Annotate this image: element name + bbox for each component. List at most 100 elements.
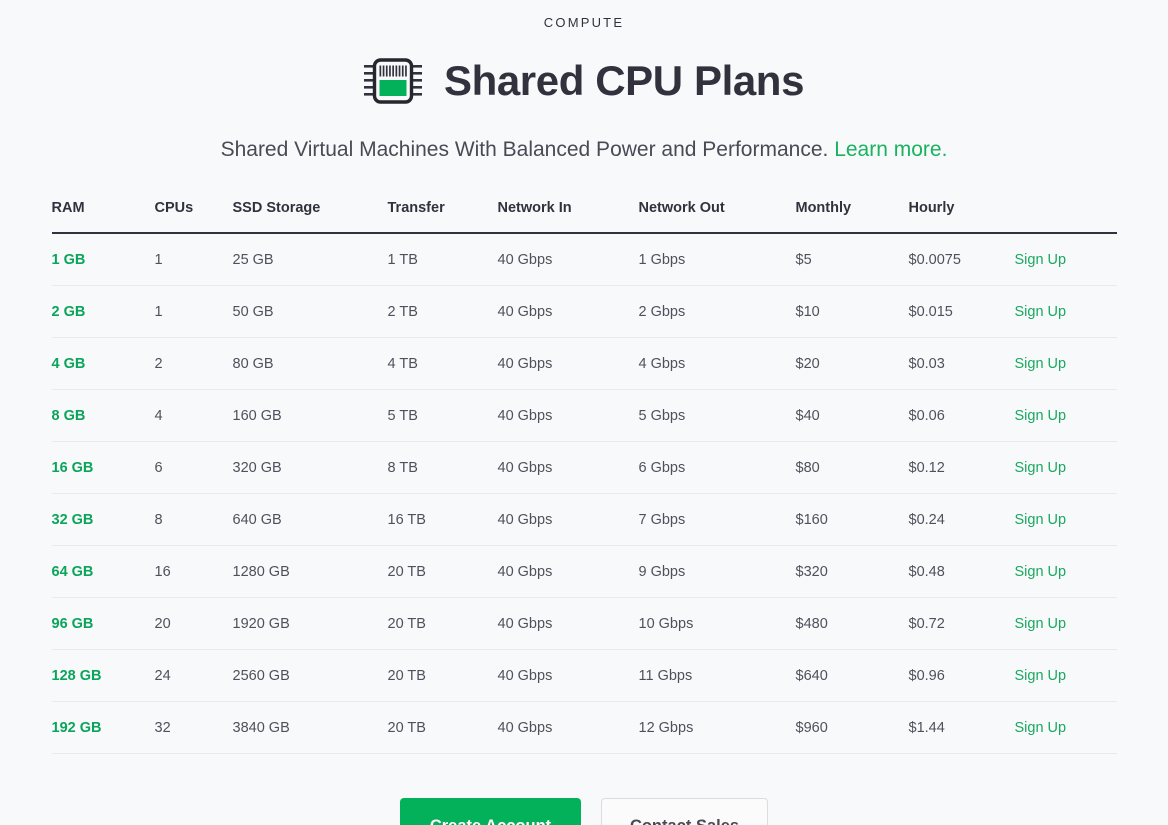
cpu-chip-icon	[363, 55, 422, 107]
cell-network-in: 40 Gbps	[497, 649, 639, 702]
cell-ssd-storage: 25 GB	[232, 233, 388, 286]
column-header-transfer: Transfer	[387, 200, 445, 216]
cell-signup: Sign Up	[1014, 285, 1117, 338]
subtitle-text: Shared Virtual Machines With Balanced Po…	[220, 138, 829, 161]
sign-up-link[interactable]: Sign Up	[1015, 616, 1067, 632]
cell-network-out: 7 Gbps	[638, 493, 796, 546]
cell-ssd-storage: 1920 GB	[232, 597, 388, 650]
cell-transfer: 20 TB	[387, 649, 498, 702]
cell-signup: Sign Up	[1014, 545, 1117, 598]
sign-up-link[interactable]: Sign Up	[1015, 720, 1067, 736]
page-title-row: Shared CPU Plans	[0, 52, 1168, 110]
cell-network-out: 1 Gbps	[638, 233, 796, 286]
cell-ram: 192 GB	[51, 701, 155, 754]
cell-ssd-storage: 2560 GB	[232, 649, 388, 702]
table-header-row: RAM CPUs SSD Storage Transfer Network In…	[51, 200, 1117, 233]
cell-ram: 1 GB	[51, 233, 155, 286]
learn-more-link[interactable]: Learn more.	[834, 138, 947, 161]
table-row: 2 GB 1 50 GB 2 TB 40 Gbps 2 Gbps $10 $0.015 Sign…	[51, 285, 1117, 338]
cell-signup: Sign Up	[1014, 597, 1117, 650]
sign-up-link[interactable]: Sign Up	[1015, 304, 1067, 320]
cell-ram: 16 GB	[51, 441, 155, 494]
column-header-network-in: Network In	[497, 200, 572, 216]
cell-transfer: 4 TB	[387, 337, 498, 390]
cell-ram: 128 GB	[51, 649, 155, 702]
contact-sales-button[interactable]: Contact Sales	[601, 798, 768, 825]
table-row: 128 GB 24 2560 GB 20 TB 40 Gbps 11 Gbps $640 $0…	[51, 649, 1117, 702]
cell-monthly: $960	[795, 701, 909, 754]
table-row: 32 GB 8 640 GB 16 TB 40 Gbps 7 Gbps $160 $0.24 S…	[51, 493, 1117, 546]
create-account-button[interactable]: Create Account	[400, 798, 581, 825]
table-row: 4 GB 2 80 GB 4 TB 40 Gbps 4 Gbps $20 $0.03 Sign …	[51, 337, 1117, 390]
cell-network-out: 11 Gbps	[638, 649, 796, 702]
sign-up-link[interactable]: Sign Up	[1015, 408, 1067, 424]
cell-ssd-storage: 80 GB	[232, 337, 388, 390]
cell-hourly: $0.0075	[908, 233, 1015, 286]
cell-network-out: 9 Gbps	[638, 545, 796, 598]
cell-hourly: $0.015	[908, 285, 1015, 338]
table-row: 1 GB 1 25 GB 1 TB 40 Gbps 1 Gbps $5 $0.0075 Sign…	[51, 233, 1117, 286]
cell-hourly: $0.72	[908, 597, 1015, 650]
page-subtitle: Shared Virtual Machines With Balanced Po…	[0, 136, 1168, 164]
cell-transfer: 20 TB	[387, 701, 498, 754]
cell-ram: 4 GB	[51, 337, 155, 390]
cta-button-row: Create Account Contact Sales	[0, 798, 1168, 825]
cell-ram: 8 GB	[51, 389, 155, 442]
sign-up-link[interactable]: Sign Up	[1015, 564, 1067, 580]
cell-ssd-storage: 320 GB	[232, 441, 388, 494]
cell-ram: 32 GB	[51, 493, 155, 546]
cell-network-in: 40 Gbps	[497, 337, 639, 390]
table-row: 192 GB 32 3840 GB 20 TB 40 Gbps 12 Gbps $960 $1…	[51, 701, 1117, 754]
plans-table-body: 1 GB 1 25 GB 1 TB 40 Gbps 1 Gbps $5 $0.0075 Sign…	[51, 233, 1117, 754]
column-header-action	[1015, 200, 1117, 233]
cell-network-out: 10 Gbps	[638, 597, 796, 650]
table-row: 8 GB 4 160 GB 5 TB 40 Gbps 5 Gbps $40 $0.06 Sign…	[51, 389, 1117, 442]
cell-cpus: 1	[154, 285, 233, 338]
cell-network-in: 40 Gbps	[497, 233, 639, 286]
cell-monthly: $10	[795, 285, 909, 338]
column-header-ram: RAM	[51, 200, 85, 216]
cell-network-in: 40 Gbps	[497, 441, 639, 494]
cell-ssd-storage: 1280 GB	[232, 545, 388, 598]
plans-table-head: RAM CPUs SSD Storage Transfer Network In…	[51, 200, 1117, 233]
sign-up-link[interactable]: Sign Up	[1015, 512, 1067, 528]
cell-transfer: 20 TB	[387, 545, 498, 598]
cell-hourly: $0.06	[908, 389, 1015, 442]
cell-network-in: 40 Gbps	[497, 493, 639, 546]
page-title: Shared CPU Plans	[443, 57, 805, 104]
cell-cpus: 6	[154, 441, 233, 494]
cell-hourly: $1.44	[908, 701, 1015, 754]
cell-network-out: 4 Gbps	[638, 337, 796, 390]
cell-cpus: 2	[154, 337, 233, 390]
cell-monthly: $160	[795, 493, 909, 546]
cell-ram: 64 GB	[51, 545, 155, 598]
plans-table: RAM CPUs SSD Storage Transfer Network In…	[51, 200, 1117, 754]
cell-cpus: 20	[154, 597, 233, 650]
sign-up-link[interactable]: Sign Up	[1015, 460, 1067, 476]
cell-monthly: $320	[795, 545, 909, 598]
sign-up-link[interactable]: Sign Up	[1015, 356, 1067, 372]
cell-network-in: 40 Gbps	[497, 285, 639, 338]
cell-network-out: 6 Gbps	[638, 441, 796, 494]
column-header-cpus: CPUs	[154, 200, 194, 216]
table-row: 96 GB 20 1920 GB 20 TB 40 Gbps 10 Gbps $480 $0.…	[51, 597, 1117, 650]
cell-transfer: 2 TB	[387, 285, 498, 338]
cell-ssd-storage: 3840 GB	[232, 701, 388, 754]
cell-signup: Sign Up	[1014, 233, 1117, 286]
cell-network-in: 40 Gbps	[497, 597, 639, 650]
cell-signup: Sign Up	[1014, 441, 1117, 494]
cell-network-in: 40 Gbps	[497, 389, 639, 442]
cell-cpus: 4	[154, 389, 233, 442]
cell-signup: Sign Up	[1014, 701, 1117, 754]
cell-signup: Sign Up	[1014, 389, 1117, 442]
cell-signup: Sign Up	[1014, 337, 1117, 390]
cell-cpus: 1	[154, 233, 233, 286]
cell-monthly: $80	[795, 441, 909, 494]
table-row: 64 GB 16 1280 GB 20 TB 40 Gbps 9 Gbps $320 $0.4…	[51, 545, 1117, 598]
sign-up-link[interactable]: Sign Up	[1015, 252, 1067, 268]
cell-transfer: 5 TB	[387, 389, 498, 442]
sign-up-link[interactable]: Sign Up	[1015, 668, 1067, 684]
cell-transfer: 16 TB	[387, 493, 498, 546]
column-header-network-out: Network Out	[638, 200, 725, 216]
cell-network-out: 12 Gbps	[638, 701, 796, 754]
